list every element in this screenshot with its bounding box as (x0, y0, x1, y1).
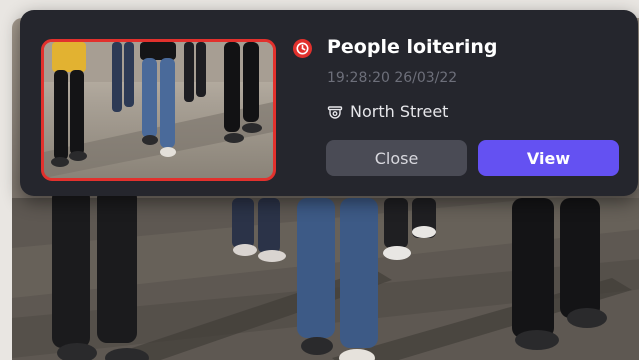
notification-title: People loitering (327, 36, 498, 58)
view-button[interactable]: View (478, 140, 619, 176)
event-timestamp: 19:28:20 26/03/22 (327, 70, 458, 86)
screen: People loitering 19:28:20 26/03/22 North… (0, 0, 639, 360)
notification-card: People loitering 19:28:20 26/03/22 North… (20, 10, 638, 196)
security-camera-icon (327, 105, 343, 121)
close-button[interactable]: Close (326, 140, 467, 176)
thumbnail-crowd-illustration (44, 42, 273, 178)
clock-alert-icon (293, 39, 312, 58)
camera-location: North Street (350, 102, 449, 121)
event-snapshot-thumbnail[interactable] (41, 39, 276, 181)
